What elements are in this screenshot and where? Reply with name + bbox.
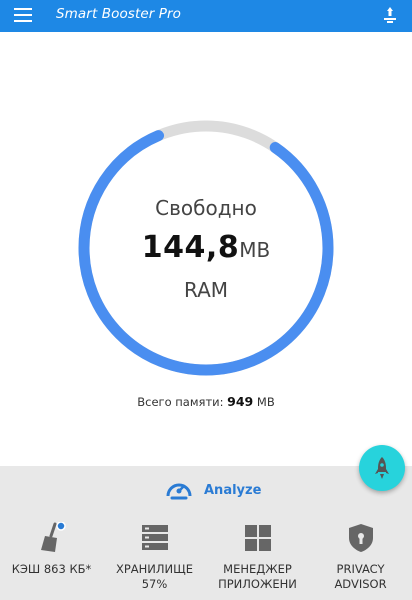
boost-download-icon[interactable]	[380, 5, 400, 25]
tool-storage[interactable]: ХРАНИЛИЩЕ 57%	[103, 520, 206, 600]
tools-row: КЭШ 863 КБ* ХРАНИЛИЩЕ 57% МЕНЕДЖЕР ПРИЛО…	[0, 520, 412, 600]
boost-fab-button[interactable]	[359, 445, 405, 491]
tool-privacy-advisor-label: PRIVACY ADVISOR	[309, 562, 412, 592]
tool-privacy-advisor[interactable]: PRIVACY ADVISOR	[309, 520, 412, 600]
speedometer-icon	[164, 476, 194, 504]
app-title: Smart Booster Pro	[56, 6, 182, 22]
analyze-label: Analyze	[204, 483, 262, 498]
memory-panel: Свободно 144,8MB RAM Всего памяти: 949 M…	[0, 32, 412, 466]
tools-panel: Analyze КЭШ 863 КБ* ХРАНИЛИЩЕ 57% МЕНЕДЖ…	[0, 466, 412, 600]
free-memory-value: 144,8MB	[0, 230, 412, 265]
total-memory-prefix: Всего памяти:	[137, 395, 224, 409]
tool-app-manager-line2: ПРИЛОЖЕНИ	[218, 577, 297, 591]
free-memory-number: 144,8	[141, 230, 240, 265]
shield-lock-icon	[346, 522, 376, 554]
tool-storage-label: ХРАНИЛИЩЕ 57%	[103, 562, 206, 592]
storage-icon	[140, 522, 170, 554]
tool-app-manager-line1: МЕНЕДЖЕР	[223, 562, 292, 576]
app-bar: Smart Booster Pro	[0, 0, 412, 32]
tool-privacy-advisor-line2: ADVISOR	[334, 577, 387, 591]
free-memory-label: Свободно	[155, 196, 257, 220]
ram-label: RAM	[183, 278, 229, 302]
free-memory-unit: MB	[239, 238, 271, 262]
tool-storage-line2: 57%	[141, 577, 168, 591]
total-memory-value: 949	[227, 394, 254, 409]
rocket-icon	[375, 457, 389, 479]
hamburger-menu-icon[interactable]	[14, 8, 32, 22]
app-grid-icon	[243, 522, 273, 554]
total-memory-unit: MB	[256, 395, 275, 409]
tool-cache[interactable]: КЭШ 863 КБ*	[0, 520, 103, 600]
total-memory: Всего памяти: 949 MB	[0, 394, 412, 409]
tool-app-manager-label: МЕНЕДЖЕР ПРИЛОЖЕНИ	[206, 562, 309, 592]
tool-privacy-advisor-line1: PRIVACY	[336, 562, 385, 576]
tool-app-manager[interactable]: МЕНЕДЖЕР ПРИЛОЖЕНИ	[206, 520, 309, 600]
tool-storage-line1: ХРАНИЛИЩЕ	[115, 562, 194, 576]
tool-cache-label: КЭШ 863 КБ*	[11, 562, 92, 576]
broom-icon	[37, 521, 67, 554]
